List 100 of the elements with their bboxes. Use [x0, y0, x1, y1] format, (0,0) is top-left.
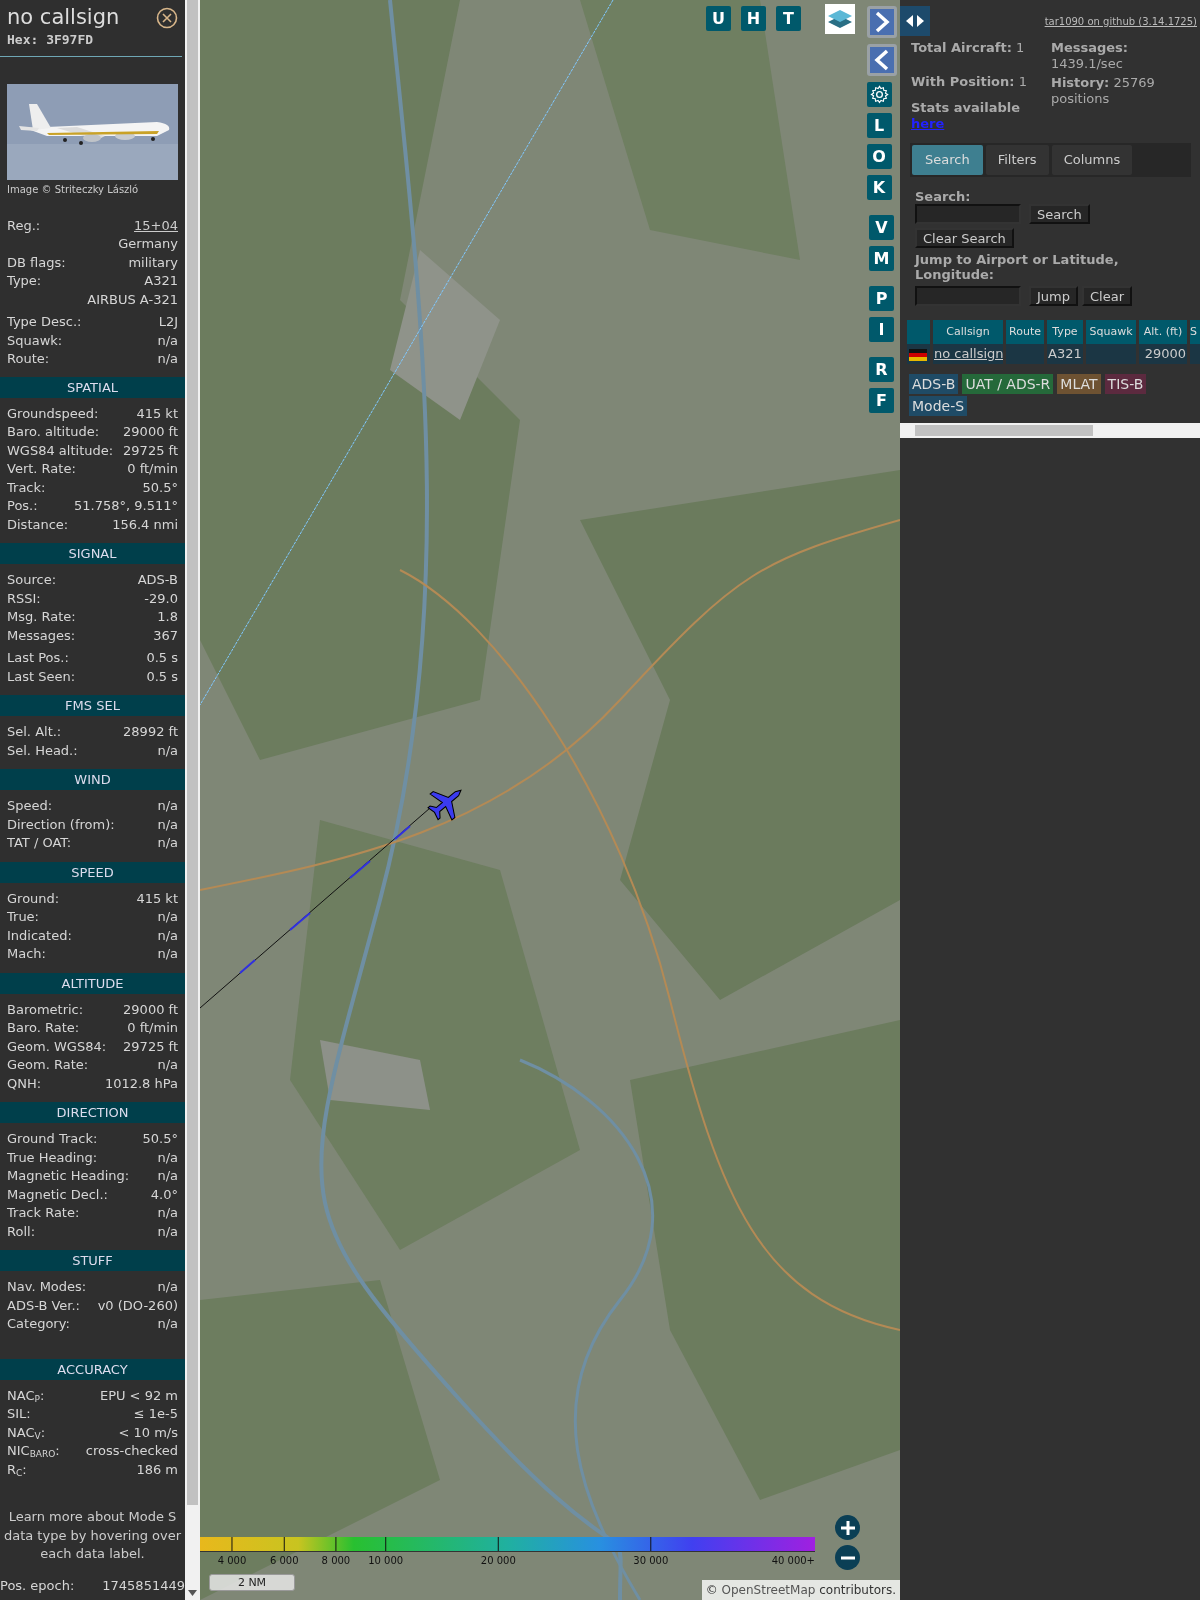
column-header[interactable]: Squawk: [1086, 320, 1136, 344]
field-value: AIRBUS A-321: [87, 290, 178, 309]
map-toggle-button[interactable]: I: [869, 317, 894, 342]
field-label: TAT / OAT:: [7, 834, 72, 852]
field-label: Direction (from):: [7, 815, 115, 834]
map-toggle-button[interactable]: U: [706, 6, 731, 31]
field-value: 0 ft/min: [127, 1019, 178, 1037]
field-value: n/a: [157, 350, 178, 368]
field-label: Baro. altitude:: [7, 423, 100, 441]
field-label: Route:: [7, 350, 50, 368]
stat-text: Total Aircraft: 1: [911, 40, 1026, 56]
field-value: ADS-B: [137, 571, 178, 589]
field-label: Pos.:: [7, 497, 38, 515]
attribution-text: contributors.: [819, 1583, 896, 1597]
map-toggle-button[interactable]: R: [869, 357, 894, 382]
clear-search-button[interactable]: Clear Search: [915, 228, 1014, 248]
jump-label: Jump to Airport or Latitude, Longitude:: [915, 252, 1120, 282]
attribution-link[interactable]: OpenStreetMap: [721, 1583, 816, 1597]
field-label: Msg. Rate:: [7, 608, 76, 626]
github-link[interactable]: tar1090 on github (3.14.1725): [1044, 14, 1197, 29]
section-header: ALTITUDE: [0, 972, 185, 994]
table-header: [907, 320, 930, 344]
hex-code: 3F97FD: [46, 32, 94, 47]
field-value: 1.8: [157, 608, 178, 626]
column-header[interactable]: Type: [1047, 320, 1083, 344]
altitude-label: 20 000: [480, 1554, 516, 1568]
field-label: Ground Track:: [7, 1130, 98, 1148]
section-header: DIRECTION: [0, 1102, 185, 1123]
field-value: 1745851449: [102, 1576, 185, 1595]
tab[interactable]: Filters: [985, 145, 1049, 175]
help-text: Learn more about Mode S data type by hovering over each data label.: [2, 1508, 183, 1563]
field-value: n/a: [157, 815, 178, 834]
field-label: R$_{C}$:: [7, 1460, 27, 1479]
tab[interactable]: Columns: [1051, 145, 1133, 175]
field-label: Type:: [7, 272, 42, 290]
collapse-button[interactable]: [866, 44, 897, 76]
column-header[interactable]: Route: [1006, 320, 1044, 344]
map-toggle-button[interactable]: V: [869, 215, 894, 240]
callsign-link[interactable]: no callsign: [934, 346, 1003, 362]
field-label: Geom. WGS84:: [7, 1037, 107, 1056]
map-toggle-button[interactable]: H: [741, 6, 766, 31]
field-label: Sel. Head.:: [7, 741, 78, 760]
map-toggle-button[interactable]: M: [869, 246, 894, 271]
field-value: 156.4 nmi: [112, 515, 178, 534]
field-label: Messages:: [7, 626, 76, 645]
field-label: DB flags:: [7, 253, 66, 272]
field-label: Sel. Alt.:: [7, 723, 62, 741]
field-value: 50.5°: [142, 478, 178, 497]
expand-button[interactable]: [866, 6, 897, 38]
field-value: 186 m: [136, 1460, 178, 1479]
field-label: SIL:: [7, 1405, 31, 1423]
chevron-right-icon: [873, 11, 890, 33]
map-toggle-button[interactable]: T: [776, 6, 801, 31]
aircraft-icon[interactable]: [427, 789, 462, 821]
field-label: NAC$_{P}$:: [7, 1386, 45, 1405]
field-label: Type Desc.:: [7, 313, 82, 331]
map-toggle-button[interactable]: F: [869, 388, 894, 413]
search-field[interactable]: [915, 204, 1021, 224]
coordinates-field[interactable]: [915, 286, 1021, 306]
field-value: n/a: [157, 926, 178, 945]
field-label: Category:: [7, 1315, 70, 1333]
field-value: n/a: [157, 1204, 178, 1222]
field-value: 51.758°, 9.511°: [74, 497, 178, 515]
map-toggle-button[interactable]: O: [866, 144, 892, 169]
field-label: Baro. Rate:: [7, 1019, 80, 1037]
field-label: Squawk:: [7, 331, 63, 350]
field-value: n/a: [157, 1278, 178, 1296]
registration-link[interactable]: 15+04: [134, 216, 178, 235]
settings-button[interactable]: [866, 82, 892, 107]
layers-icon[interactable]: [825, 4, 855, 34]
map-toggle-button[interactable]: L: [866, 113, 892, 138]
map-toggle-button[interactable]: K: [866, 175, 892, 200]
section-header: SPEED: [0, 861, 185, 883]
column-header[interactable]: Callsign: [933, 320, 1003, 344]
field-value: n/a: [157, 1167, 178, 1185]
field-label: QNH:: [7, 1074, 42, 1093]
field-label: Pos. epoch:: [0, 1576, 75, 1595]
close-icon[interactable]: [156, 7, 178, 29]
table-cell: A321: [1047, 344, 1083, 364]
chevron-left-icon: [873, 49, 890, 71]
panel-toggle-button[interactable]: [900, 6, 930, 36]
photo-credit: Image © Striteczky László: [6, 182, 140, 197]
field-value: n/a: [157, 1148, 178, 1167]
stat-text: History: 25769 positions: [1051, 75, 1156, 107]
column-header[interactable]: S: [1190, 320, 1200, 344]
source-tag: Mode-S: [909, 396, 968, 416]
field-label: Groundspeed:: [7, 404, 99, 423]
column-header[interactable]: Alt. (ft): [1139, 320, 1187, 344]
field-value: n/a: [157, 331, 178, 350]
map-toggle-button[interactable]: P: [869, 286, 894, 311]
field-value: 28992 ft: [123, 723, 178, 741]
stat-text: Stats available: [911, 100, 1022, 116]
scrollbar[interactable]: [185, 0, 200, 1600]
caret-icon[interactable]: [188, 1589, 197, 1597]
search-button[interactable]: Search: [1029, 204, 1090, 224]
clear-button[interactable]: Clear: [1082, 286, 1132, 306]
section-header: FMS SEL: [0, 695, 185, 716]
attribution-text: ©: [705, 1583, 718, 1597]
jump-button[interactable]: Jump: [1029, 286, 1078, 306]
scrollbar[interactable]: [900, 423, 1200, 438]
